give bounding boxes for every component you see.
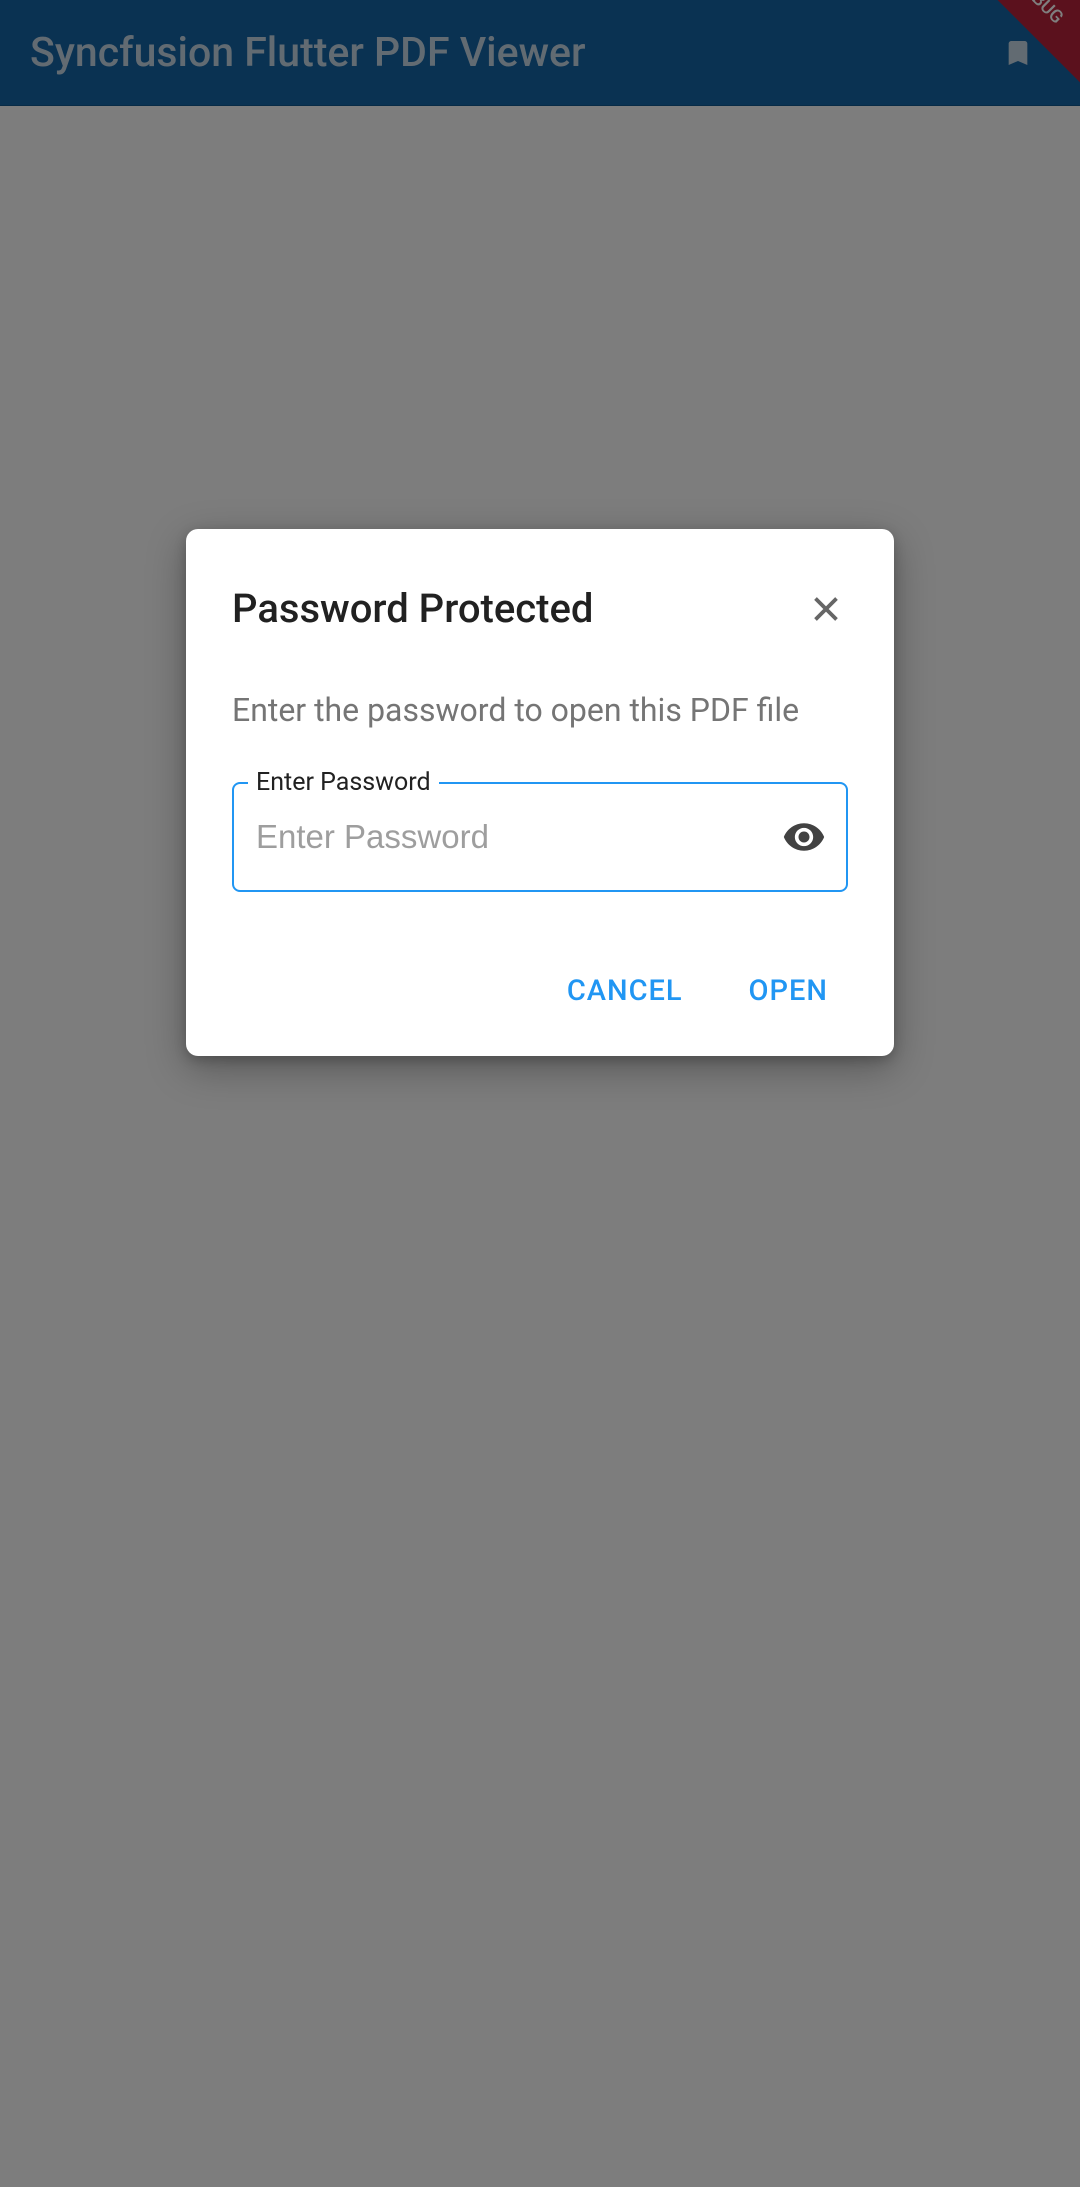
dialog-title: Password Protected [232,585,593,632]
dialog-instruction: Enter the password to open this PDF file [232,690,848,732]
close-icon [808,591,844,627]
password-input[interactable] [232,782,848,892]
modal-overlay[interactable]: Password Protected Enter the password to… [0,0,1080,2187]
password-field-label: Enter Password [248,768,439,797]
dialog-actions: CANCEL OPEN [232,962,848,1020]
dialog-header: Password Protected [232,585,848,632]
cancel-button[interactable]: CANCEL [559,962,691,1020]
eye-icon [782,815,826,859]
close-button[interactable] [804,587,848,631]
toggle-password-visibility[interactable] [780,813,828,861]
open-button[interactable]: OPEN [741,962,836,1020]
password-dialog: Password Protected Enter the password to… [186,529,894,1056]
password-field-wrapper: Enter Password [232,782,848,892]
